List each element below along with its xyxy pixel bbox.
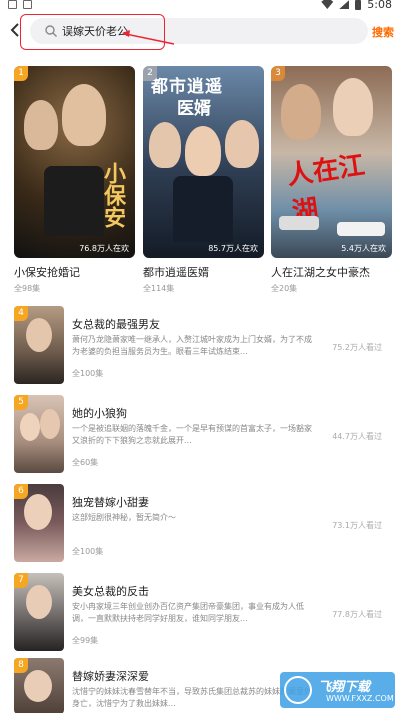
status-bar: 5:08 bbox=[0, 0, 400, 12]
drama-cover[interactable]: 都市逍遥 医婿 2 85.7万人在欢 bbox=[143, 66, 264, 258]
cover-figure bbox=[24, 494, 52, 530]
cover-car bbox=[279, 216, 319, 230]
annotation-arrow bbox=[122, 30, 175, 45]
top-ranked-row: 小保安 1 76.8万人在欢 小保安抢婚记 全98集 都市逍遥 医婿 2 85.… bbox=[14, 66, 392, 294]
cover-figure bbox=[281, 84, 321, 140]
rank-badge: 1 bbox=[14, 66, 28, 81]
cover-figure bbox=[185, 126, 221, 176]
signal-icon bbox=[339, 0, 350, 9]
drama-title[interactable]: 独宠替嫁小甜妻 bbox=[72, 494, 149, 510]
rank-badge: 2 bbox=[143, 66, 157, 81]
cover-car bbox=[337, 222, 385, 236]
view-count: 75.2万人看过 bbox=[332, 343, 382, 352]
cover-figure bbox=[149, 122, 181, 168]
drama-description: 萧何乃龙隐萧家唯一继承人，入赘江城叶家成为上门女婿，为了不成为老婆的负担当服务员… bbox=[72, 335, 312, 356]
view-count: 85.7万人在欢 bbox=[208, 244, 258, 253]
top-card[interactable]: 都市逍遥 医婿 2 85.7万人在欢 都市逍遥医婿 全114集 bbox=[143, 66, 264, 294]
cover-figure bbox=[26, 585, 52, 619]
cover-figure bbox=[24, 670, 52, 702]
drama-cover[interactable]: 4 bbox=[14, 306, 64, 384]
episode-count: 全100集 bbox=[72, 369, 104, 378]
list-item[interactable]: 6 独宠替嫁小甜妻 这部短剧很神秘，暂无简介～ 全100集 73.1万人看过 bbox=[14, 484, 394, 564]
episode-count: 全100集 bbox=[72, 547, 104, 556]
wifi-icon bbox=[321, 0, 334, 9]
episode-count: 全114集 bbox=[143, 284, 175, 293]
drama-cover[interactable]: 5 bbox=[14, 395, 64, 473]
list-item[interactable]: 7 美女总裁的反击 安小冉家境三年创业创办百亿资产集团帝豪集团，事业有成为人低调… bbox=[14, 573, 394, 653]
drama-cover[interactable]: 6 bbox=[14, 484, 64, 562]
episode-count: 全98集 bbox=[14, 284, 41, 293]
drama-cover[interactable]: 人在江湖 3 5.4万人在欢 bbox=[271, 66, 392, 258]
drama-description: 这部短剧很神秘，暂无简介～ bbox=[72, 513, 176, 522]
drama-cover[interactable]: 小保安 1 76.8万人在欢 bbox=[14, 66, 135, 258]
search-button[interactable]: 搜索 bbox=[372, 24, 394, 40]
notification-icon bbox=[8, 0, 17, 9]
rank-badge: 7 bbox=[14, 573, 28, 588]
drama-title[interactable]: 美女总裁的反击 bbox=[72, 583, 149, 599]
cover-figure bbox=[26, 318, 52, 352]
drama-title[interactable]: 女总裁的最强男友 bbox=[72, 316, 160, 332]
cover-figure bbox=[24, 100, 58, 150]
top-card[interactable]: 人在江湖 3 5.4万人在欢 人在江湖之女中豪杰 全20集 bbox=[271, 66, 392, 294]
view-count: 76.8万人在欢 bbox=[79, 244, 129, 253]
drama-cover[interactable]: 7 bbox=[14, 573, 64, 651]
drama-title[interactable]: 都市逍遥医婿 bbox=[143, 264, 264, 280]
cover-figure bbox=[40, 409, 60, 439]
watermark-logo-icon bbox=[284, 676, 312, 704]
watermark-text: 飞翔下载 bbox=[318, 680, 371, 695]
watermark-url: WWW.FXXZ.COM bbox=[326, 694, 394, 703]
rank-badge: 3 bbox=[271, 66, 285, 81]
list-item[interactable]: 5 她的小狼狗 一个是被追联姻的落魄千金，一个是早有预谋的首富太子，一场豁家又浪… bbox=[14, 395, 394, 475]
cover-title-art: 医婿 bbox=[177, 99, 211, 119]
drama-title[interactable]: 她的小狼狗 bbox=[72, 405, 127, 421]
cover-figure bbox=[333, 78, 373, 136]
drama-description: 安小冉家境三年创业创办百亿资产集团帝豪集团，事业有成为人低调，一直默默扶持老同学… bbox=[72, 602, 304, 623]
view-count: 73.1万人看过 bbox=[332, 521, 382, 530]
drama-description: 沈惜宁的妹妹沈春雪替年不当，导致苏氏集团总裁苏的妹妹苏阑意外身亡，沈惜宁为了救出… bbox=[72, 687, 312, 708]
drama-description: 一个是被追联姻的落魄千金，一个是早有预谋的首富太子，一场豁家又浪折的下下狼狗之恋… bbox=[72, 424, 312, 445]
view-count: 5.4万人在欢 bbox=[341, 244, 386, 253]
cover-figure bbox=[20, 413, 40, 441]
cover-title-art: 小保安 bbox=[100, 162, 126, 228]
view-count: 44.7万人看过 bbox=[332, 432, 382, 441]
status-time: 5:08 bbox=[367, 0, 392, 11]
episode-count: 全99集 bbox=[72, 636, 99, 645]
site-watermark: 飞翔下载 WWW.FXXZ.COM bbox=[280, 672, 395, 708]
rank-badge: 5 bbox=[14, 395, 28, 410]
drama-title[interactable]: 替嫁娇妻深深爱 bbox=[72, 668, 149, 684]
episode-count: 全20集 bbox=[271, 284, 298, 293]
rank-badge: 6 bbox=[14, 484, 28, 499]
list-item[interactable]: 4 女总裁的最强男友 萧何乃龙隐萧家唯一继承人，入赘江城叶家成为上门女婿，为了不… bbox=[14, 306, 394, 386]
top-card[interactable]: 小保安 1 76.8万人在欢 小保安抢婚记 全98集 bbox=[14, 66, 135, 294]
cover-figure bbox=[62, 84, 106, 146]
rank-badge: 8 bbox=[14, 658, 28, 673]
view-count: 77.8万人看过 bbox=[332, 610, 382, 619]
cover-figure bbox=[173, 176, 233, 242]
cover-figure bbox=[225, 120, 259, 168]
episode-count: 全60集 bbox=[72, 458, 99, 467]
rank-badge: 4 bbox=[14, 306, 28, 321]
cover-figure bbox=[44, 166, 104, 236]
notification-icon bbox=[23, 0, 32, 9]
battery-icon bbox=[355, 0, 362, 10]
drama-cover[interactable]: 8 bbox=[14, 658, 64, 713]
drama-title[interactable]: 人在江湖之女中豪杰 bbox=[271, 264, 392, 280]
drama-title[interactable]: 小保安抢婚记 bbox=[14, 264, 135, 280]
